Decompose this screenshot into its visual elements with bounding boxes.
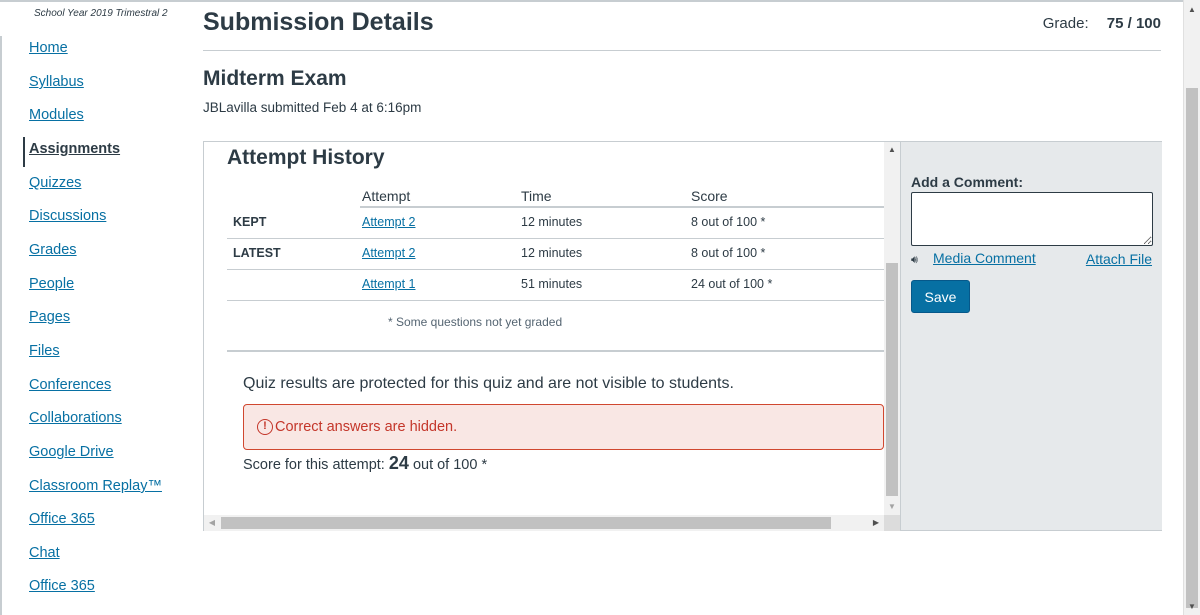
nav-office-365[interactable]: Office 365 (29, 511, 95, 527)
preview-horizontal-scrollbar[interactable]: ◀ ▶ (204, 515, 884, 531)
quiz-title: Midterm Exam (203, 67, 347, 90)
attach-file-link[interactable]: Attach File (1086, 251, 1152, 267)
nav-google-drive[interactable]: Google Drive (29, 444, 114, 460)
table-row: Attempt 1 51 minutes 24 out of 100 * (227, 270, 884, 301)
attempt-time: 12 minutes (521, 246, 583, 260)
nav-discussions[interactable]: Discussions (29, 208, 106, 224)
column-header-score: Score (691, 188, 728, 204)
attempt-history-title: Attempt History (227, 146, 385, 169)
attempt-time: 12 minutes (521, 215, 583, 229)
nav-classroom-replay[interactable]: Classroom Replay™ (29, 478, 162, 494)
nav-divider (0, 36, 2, 615)
course-subtitle: School Year 2019 Trimestral 2 (34, 8, 168, 19)
comment-textarea[interactable] (911, 192, 1153, 246)
alert-text: Correct answers are hidden. (275, 419, 458, 435)
scroll-down-arrow-icon[interactable]: ▼ (884, 499, 900, 515)
nav-assignments[interactable]: Assignments (29, 141, 120, 157)
media-comment-label: Media Comment (933, 250, 1036, 266)
save-button[interactable]: Save (911, 280, 970, 313)
nav-home[interactable]: Home (29, 40, 68, 56)
media-comment-link[interactable]: 🔊︎ Media Comment (911, 250, 1036, 267)
scroll-right-arrow-icon[interactable]: ▶ (868, 515, 884, 531)
course-nav: School Year 2019 Trimestral 2 Home Sylla… (0, 0, 190, 615)
scroll-thumb[interactable] (886, 263, 898, 496)
grade-value: 75 / 100 (1106, 15, 1161, 32)
nav-people[interactable]: People (29, 276, 74, 292)
scrollbar-corner (884, 515, 900, 531)
header-divider (203, 50, 1161, 51)
protected-results-notice: Quiz results are protected for this quiz… (243, 375, 734, 392)
nav-modules[interactable]: Modules (29, 107, 84, 123)
attempt-link[interactable]: Attempt 2 (362, 215, 416, 229)
score-suffix: out of 100 * (412, 457, 488, 473)
scroll-left-arrow-icon[interactable]: ◀ (204, 515, 220, 531)
warning-icon: ! (257, 419, 273, 435)
active-indicator (23, 137, 25, 167)
column-header-attempt: Attempt (362, 188, 411, 204)
nav-pages[interactable]: Pages (29, 309, 70, 325)
attempt-link[interactable]: Attempt 2 (362, 246, 416, 260)
page-vertical-scrollbar[interactable]: ▲ ▼ (1183, 0, 1200, 615)
ungraded-footnote: * Some questions not yet graded (388, 315, 563, 329)
attempt-score: 8 out of 100 * (691, 215, 766, 229)
scroll-down-arrow-icon[interactable]: ▼ (1184, 599, 1200, 615)
comment-label: Add a Comment: (911, 174, 1023, 190)
grade-display: Grade: 75 / 100 (1043, 15, 1161, 32)
column-header-time: Time (521, 188, 552, 204)
grade-label: Grade: (1042, 15, 1089, 32)
score-prefix: Score for this attempt: (243, 457, 385, 473)
row-tag: LATEST (233, 246, 281, 260)
attempt-score-summary: Score for this attempt: 24 out of 100 * (243, 453, 487, 474)
submission-meta: JBLavilla submitted Feb 4 at 6:16pm (203, 100, 422, 115)
nav-conferences[interactable]: Conferences (29, 377, 111, 393)
row-tag: KEPT (233, 215, 267, 229)
nav-files[interactable]: Files (29, 343, 60, 359)
section-divider (227, 350, 884, 352)
attempt-score: 8 out of 100 * (691, 246, 766, 260)
scroll-up-arrow-icon[interactable]: ▲ (1184, 2, 1200, 18)
attempt-time: 51 minutes (521, 277, 583, 291)
comment-panel: Add a Comment: 🔊︎ Media Comment Attach Fi… (900, 142, 1162, 530)
scroll-thumb[interactable] (1186, 88, 1198, 608)
page-title: Submission Details (203, 8, 434, 36)
attempt-score: 24 out of 100 * (691, 277, 773, 291)
scroll-up-arrow-icon[interactable]: ▲ (884, 142, 900, 158)
preview-vertical-scrollbar[interactable]: ▲ ▼ (884, 142, 900, 515)
nav-quizzes[interactable]: Quizzes (29, 175, 81, 191)
preview-content: Attempt History Attempt Time Score KEPT … (204, 142, 884, 515)
nav-collaborations[interactable]: Collaborations (29, 410, 122, 426)
table-row: KEPT Attempt 2 12 minutes 8 out of 100 * (227, 208, 884, 239)
nav-chat[interactable]: Chat (29, 545, 60, 561)
table-row: LATEST Attempt 2 12 minutes 8 out of 100… (227, 239, 884, 270)
nav-syllabus[interactable]: Syllabus (29, 74, 84, 90)
nav-grades[interactable]: Grades (29, 242, 77, 258)
scroll-thumb[interactable] (221, 517, 831, 529)
submission-preview: Attempt History Attempt Time Score KEPT … (203, 141, 1162, 531)
attempt-link[interactable]: Attempt 1 (362, 277, 416, 291)
score-value: 24 (388, 453, 409, 473)
hidden-answers-alert: ! Correct answers are hidden. (243, 404, 884, 450)
nav-office-365-2[interactable]: Office 365 (29, 578, 95, 594)
speaker-icon: 🔊︎ (911, 254, 918, 266)
